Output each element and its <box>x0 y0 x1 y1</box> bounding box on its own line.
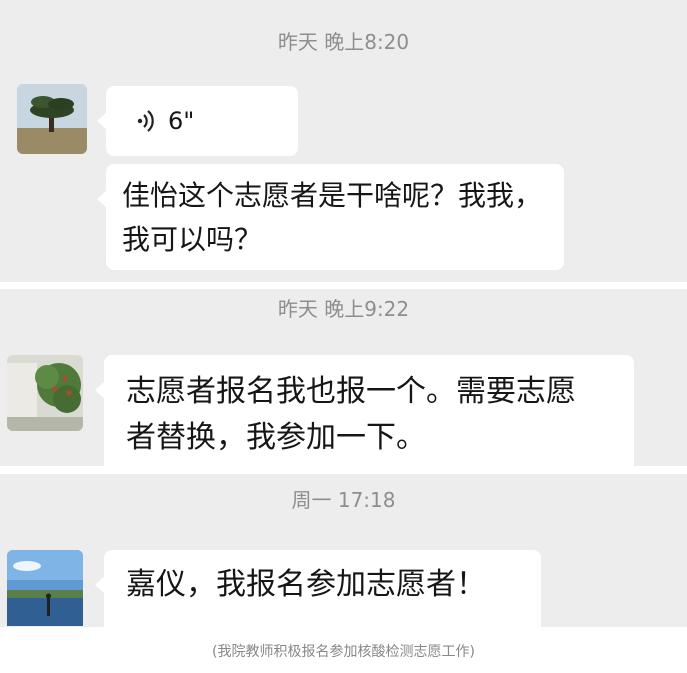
message-bubble[interactable]: 佳怡这个志愿者是干啥呢？我我， 我可以吗？ <box>97 164 564 270</box>
message-text: 嘉仪，我报名参加志愿者！ <box>126 567 486 602</box>
image-caption: (我院教师积极报名参加核酸检测志愿工作) <box>212 644 475 660</box>
message-bubble[interactable]: 嘉仪，我报名参加志愿者！ <box>95 550 541 627</box>
avatar[interactable] <box>7 355 83 431</box>
chat-panel-1: 昨天 晚上8:20 6" 佳怡这个志愿者是干啥呢？我我， 我可以吗？ <box>0 0 687 282</box>
chat-timestamp: 周一 17:18 <box>291 488 396 512</box>
message-bubble[interactable]: 志愿者报名我也报一个。需要志愿 者替换，我参加一下。 <box>95 355 634 466</box>
message-text: 佳怡这个志愿者是干啥呢？我我， 我可以吗？ <box>122 179 543 256</box>
voice-duration: 6" <box>168 107 195 135</box>
avatar[interactable] <box>17 84 87 154</box>
avatar[interactable] <box>7 550 83 626</box>
voice-message-bubble[interactable]: 6" <box>97 86 298 156</box>
message-text: 志愿者报名我也报一个。需要志愿 者替换，我参加一下。 <box>126 374 576 455</box>
chat-timestamp: 昨天 晚上9:22 <box>277 297 410 321</box>
voice-wave-icon <box>137 110 154 132</box>
chat-panel-3: 周一 17:18 嘉仪，我报名参加志愿者！ <box>0 474 687 627</box>
chat-panel-2: 昨天 晚上9:22 志愿者报名我也报一个。需要志愿 者替换，我参加一下。 <box>0 289 687 466</box>
chat-timestamp: 昨天 晚上8:20 <box>277 30 410 54</box>
page: 昨天 晚上8:20 6" 佳怡这个志愿者是干啥呢？我我， 我可以吗？ 昨天 晚上… <box>0 0 687 673</box>
